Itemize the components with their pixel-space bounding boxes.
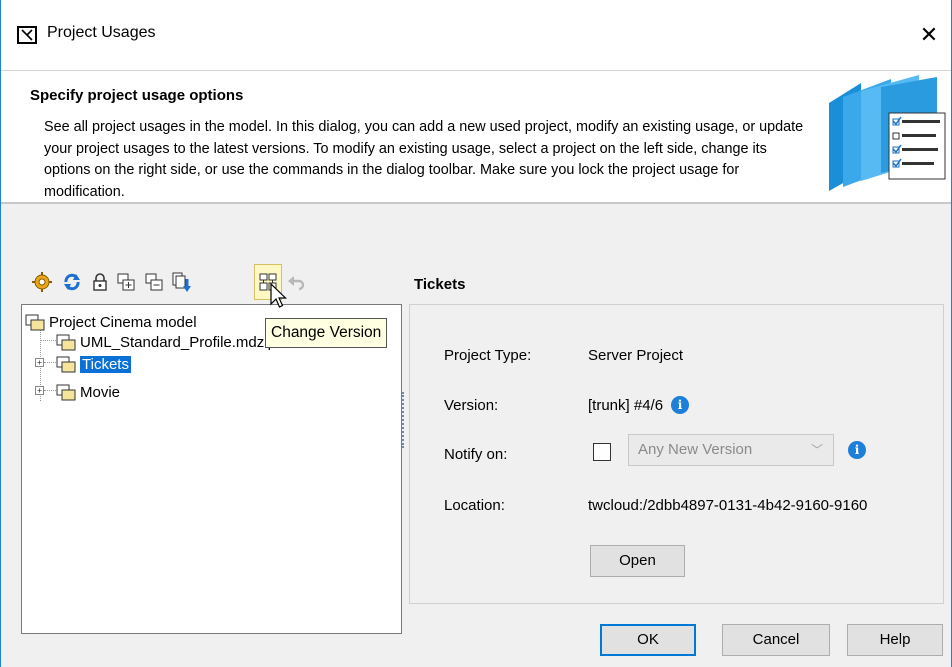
- splitter-grip[interactable]: [402, 392, 404, 448]
- cancel-button[interactable]: Cancel: [722, 624, 830, 656]
- version-value: [trunk] #4/6 i: [588, 396, 690, 414]
- tree-item-label: Tickets: [80, 355, 131, 373]
- location-text: twcloud:/2dbb4897-0131-4b42-9160-9160: [588, 497, 868, 514]
- location-label: Location:: [444, 497, 505, 514]
- help-button[interactable]: Help: [847, 624, 943, 656]
- expand-tickets-icon[interactable]: +: [35, 358, 44, 367]
- details-title: Tickets: [414, 276, 466, 293]
- title-bar[interactable]: Project Usages ✕: [1, 0, 951, 70]
- notify-label: Notify on:: [444, 446, 508, 463]
- notify-version-select[interactable]: Any New Version ﹀: [628, 434, 834, 466]
- refresh-icon[interactable]: [58, 264, 86, 300]
- expand-movie-icon[interactable]: +: [35, 386, 44, 395]
- tree-guide-line: [44, 390, 56, 391]
- tree-item-label: UML_Standard_Profile.mdzip: [80, 333, 276, 351]
- lock-icon[interactable]: [86, 264, 114, 300]
- open-button[interactable]: Open: [590, 545, 685, 577]
- window-icon: [17, 26, 37, 44]
- version-label: Version:: [444, 397, 499, 414]
- tree-item-tickets[interactable]: Tickets: [56, 353, 131, 375]
- project-type-label: Project Type:: [444, 347, 532, 364]
- project-tree[interactable]: Project Cinema model UML_Standard_Profil…: [21, 304, 402, 634]
- tree-guide-line: [40, 340, 56, 341]
- notify-checkbox[interactable]: [593, 443, 611, 461]
- change-version-tooltip: Change Version: [265, 318, 388, 348]
- header-description: See all project usages in the model. In …: [44, 119, 804, 200]
- project-icon: [56, 334, 76, 350]
- project-icon: [56, 384, 76, 400]
- export-icon[interactable]: [140, 264, 168, 300]
- version-info-icon[interactable]: i: [671, 396, 690, 414]
- tree-root-label: Project Cinema model: [49, 313, 197, 331]
- mouse-cursor-icon: [270, 283, 287, 308]
- import-icon[interactable]: [112, 264, 140, 300]
- notify-select-value: Any New Version: [638, 441, 753, 458]
- location-value: twcloud:/2dbb4897-0131-4b42-9160-9160: [588, 497, 867, 514]
- tree-root[interactable]: Project Cinema model: [25, 311, 197, 333]
- folders-checklist-graphic: [821, 73, 947, 191]
- gear-icon[interactable]: [28, 264, 56, 300]
- tree-item-uml-standard-profile[interactable]: UML_Standard_Profile.mdzip: [56, 331, 276, 353]
- project-usages-dialog: Project Usages ✕ Specify project usage o…: [0, 0, 952, 667]
- tree-item-label: Movie: [80, 383, 121, 401]
- close-button[interactable]: ✕: [911, 18, 947, 54]
- share-icon[interactable]: [168, 264, 196, 300]
- project-icon: [56, 356, 76, 372]
- project-type-value: Server Project: [588, 347, 683, 364]
- project-icon: [25, 314, 45, 330]
- tree-guide-line: [44, 362, 56, 363]
- notify-info-icon[interactable]: i: [848, 441, 866, 459]
- tree-item-movie[interactable]: Movie: [56, 381, 120, 403]
- header-title: Specify project usage options: [30, 87, 244, 104]
- project-type-text: Server Project: [588, 347, 684, 364]
- window-title: Project Usages: [47, 24, 156, 41]
- version-text: [trunk] #4/6: [588, 396, 664, 414]
- ok-button[interactable]: OK: [600, 624, 696, 656]
- chevron-down-icon: ﹀: [810, 443, 823, 457]
- dialog-header: Specify project usage options See all pr…: [1, 70, 951, 202]
- header-separator: [1, 202, 951, 204]
